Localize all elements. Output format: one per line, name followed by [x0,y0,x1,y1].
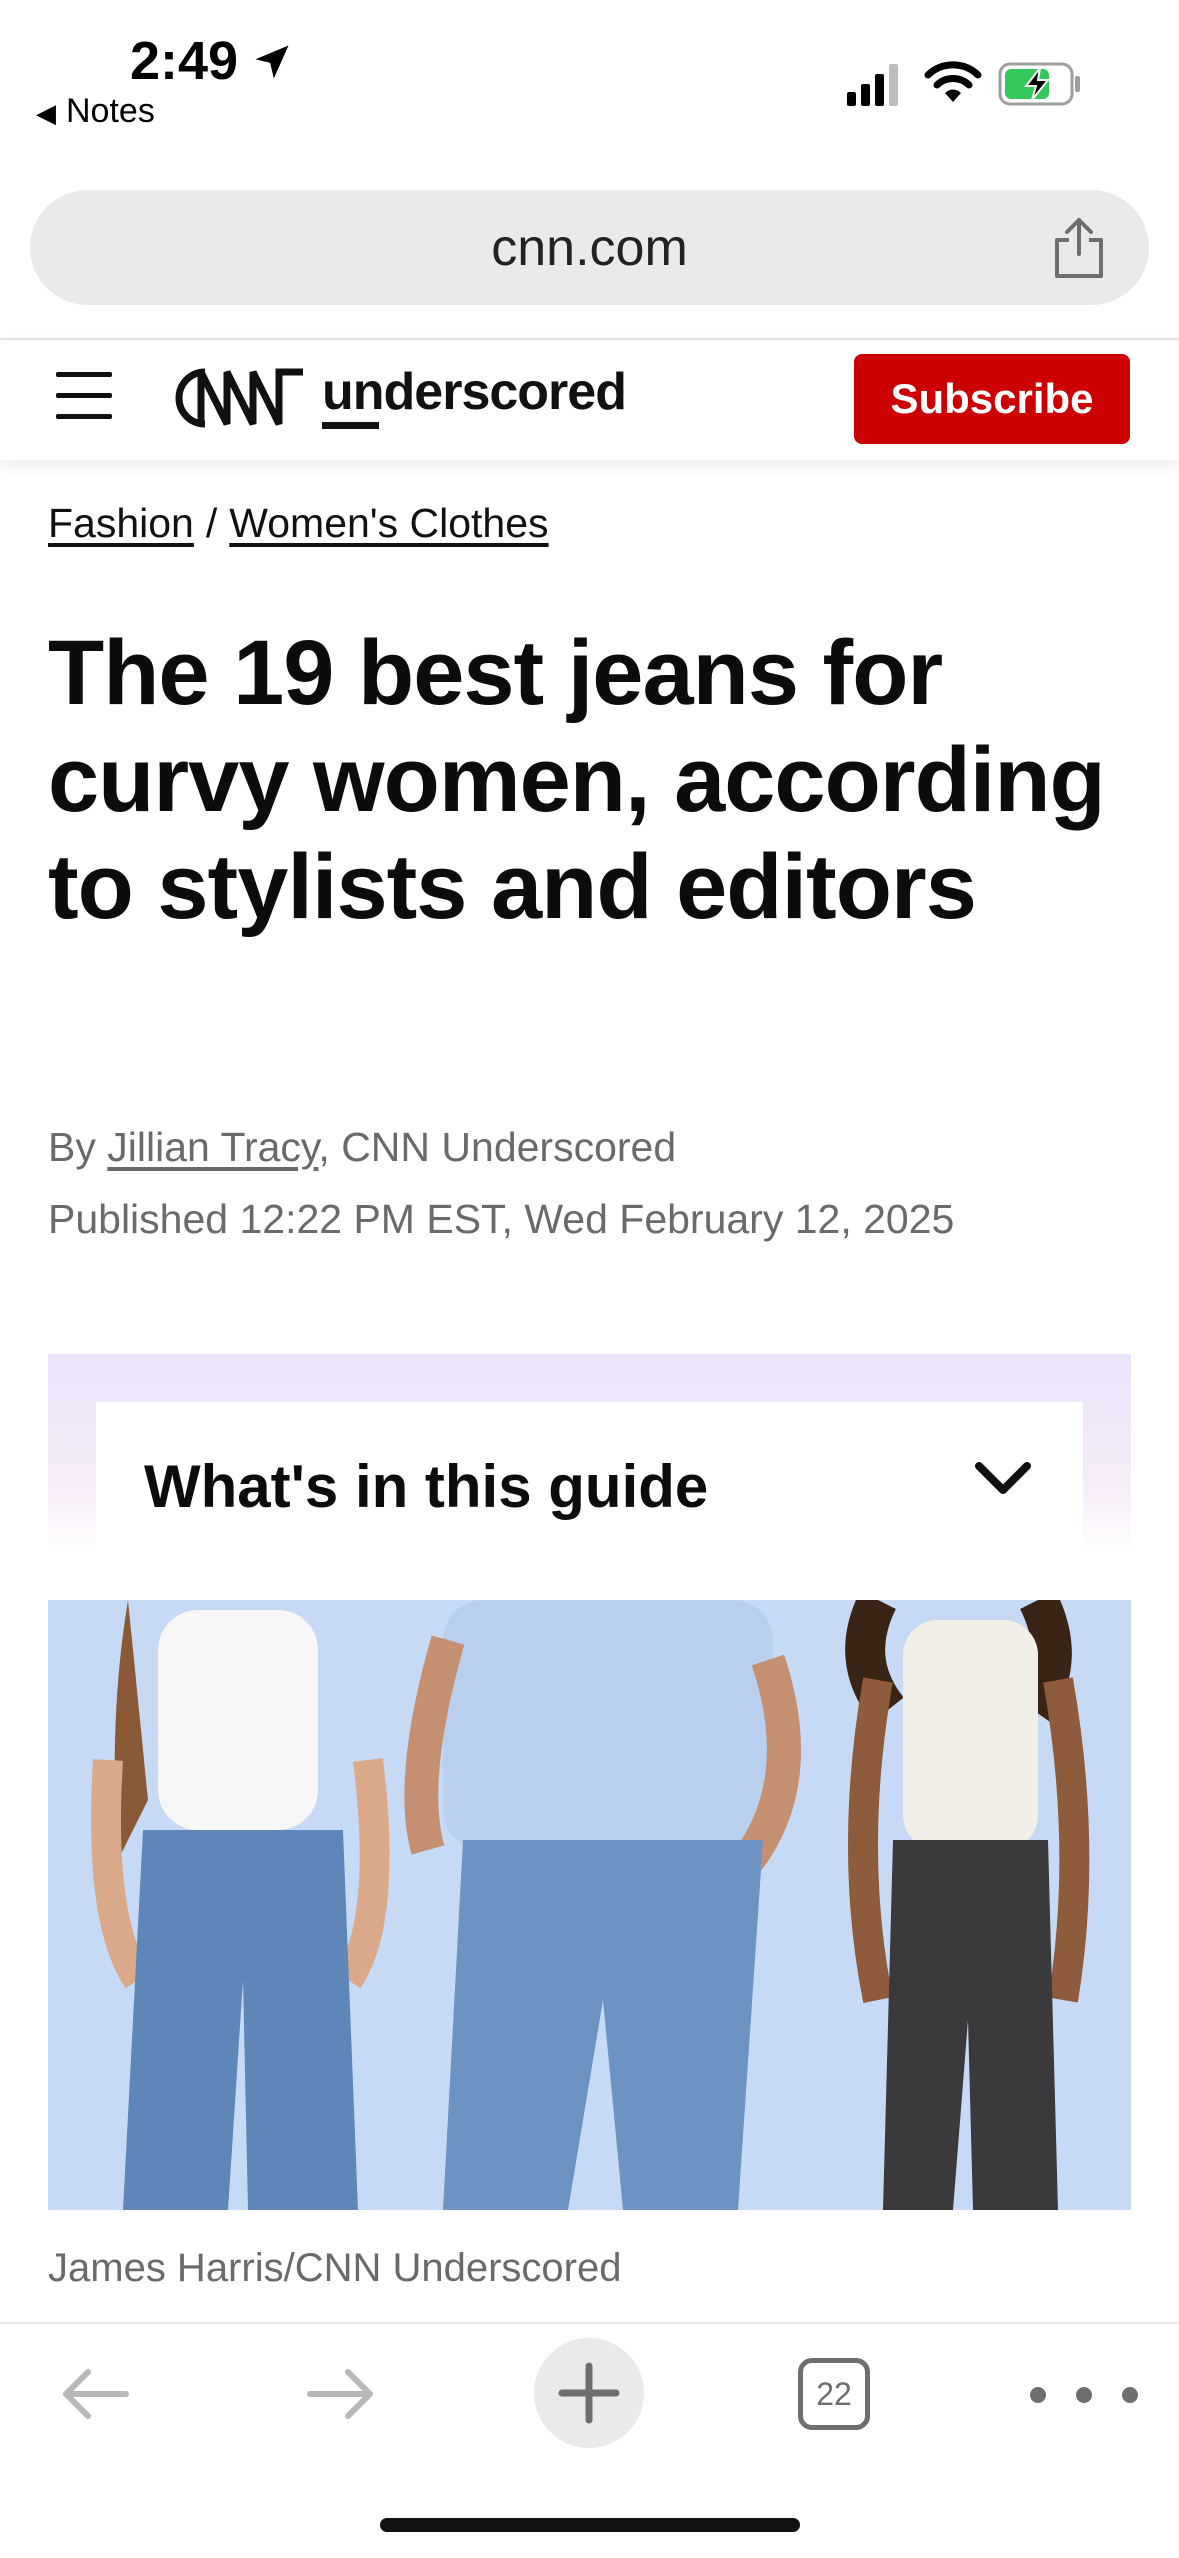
byline: By Jillian Tracy, CNN Underscored [48,1124,676,1171]
wifi-icon [924,61,982,102]
share-icon[interactable] [1049,216,1109,280]
cellular-signal-icon [847,64,898,106]
battery-charging-icon [998,62,1080,106]
breadcrumb-womens-clothes[interactable]: Women's Clothes [229,500,548,546]
back-triangle-icon: ◀ [36,98,56,128]
cnn-logo[interactable] [165,358,307,438]
article-title: The 19 best jeans for curvy women, accor… [48,622,1106,938]
tabs-button[interactable]: 22 [798,2358,870,2430]
brand-underline [322,422,379,429]
byline-prefix: By [48,1124,96,1170]
chevron-down-icon [975,1462,1031,1494]
hero-image [48,1600,1131,2210]
more-icon[interactable] [1024,2380,1144,2410]
guide-toggle[interactable]: What's in this guide [96,1402,1083,1552]
author-link[interactable]: Jillian Tracy [107,1124,318,1170]
back-app-label: Notes [66,92,155,130]
menu-icon[interactable] [56,372,112,424]
subscribe-button[interactable]: Subscribe [854,354,1130,444]
url-text: cnn.com [491,219,688,277]
published-date: Published 12:22 PM EST, Wed February 12,… [48,1196,955,1242]
brand-name[interactable]: underscored [322,362,627,422]
breadcrumb: Fashion / Women's Clothes [48,500,549,547]
back-to-app-button[interactable]: ◀ Notes [36,92,155,131]
breadcrumb-fashion[interactable]: Fashion [48,500,194,546]
new-tab-button[interactable] [534,2338,644,2448]
breadcrumb-separator: / [205,500,218,546]
address-bar[interactable]: cnn.com [30,190,1149,305]
arrow-left-icon[interactable] [58,2364,132,2424]
byline-suffix: , CNN Underscored [318,1124,677,1170]
hero-illustration [48,1600,1131,2210]
site-header: underscored Subscribe [0,340,1179,460]
status-time: 2:49 [130,31,239,91]
location-arrow-icon [255,45,289,79]
arrow-right-icon[interactable] [304,2364,378,2424]
guide-label: What's in this guide [144,1453,709,1520]
image-caption: James Harris/CNN Underscored [48,2246,622,2290]
plus-icon [558,2362,620,2424]
home-indicator[interactable] [380,2518,800,2532]
status-bar: 2:49 ◀ Notes [0,0,1179,150]
